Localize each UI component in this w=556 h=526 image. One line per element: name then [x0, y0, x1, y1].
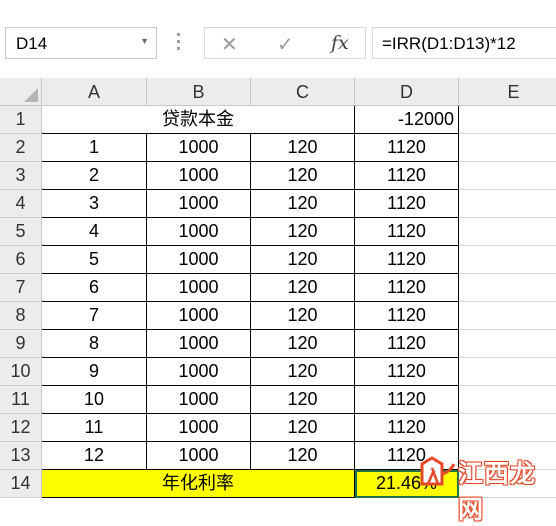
row-header-5[interactable]: 5 — [0, 218, 42, 246]
column-header-b[interactable]: B — [147, 78, 251, 106]
name-box[interactable]: D14 ▼ — [5, 27, 157, 59]
cell-e8[interactable] — [459, 302, 556, 330]
cell-e5[interactable] — [459, 218, 556, 246]
cell-d8[interactable]: 1120 — [355, 302, 459, 330]
watermark-logo-icon — [420, 456, 456, 486]
cell-d11[interactable]: 1120 — [355, 386, 459, 414]
cell-c4[interactable]: 120 — [251, 190, 355, 218]
formula-text: =IRR(D1:D13)*12 — [382, 34, 516, 53]
cell-d7[interactable]: 1120 — [355, 274, 459, 302]
cell-b13[interactable]: 1000 — [147, 442, 251, 470]
cell-e1[interactable] — [459, 106, 556, 134]
cell-c10[interactable]: 120 — [251, 358, 355, 386]
select-all-icon — [24, 88, 38, 102]
cell-b7[interactable]: 1000 — [147, 274, 251, 302]
cell-a4[interactable]: 3 — [42, 190, 147, 218]
cell-e4[interactable] — [459, 190, 556, 218]
formula-buttons: ✕ ✓ fx — [204, 27, 366, 59]
cell-a2[interactable]: 1 — [42, 134, 147, 162]
row-header-2[interactable]: 2 — [0, 134, 42, 162]
watermark: 江西龙网 — [418, 452, 556, 524]
cell-e9[interactable] — [459, 330, 556, 358]
spreadsheet-grid: A B C D E 1 2 3 4 5 6 7 8 9 10 11 12 13 14 贷款本金 -12000 1 1000 1… — [0, 78, 556, 499]
row-header-6[interactable]: 6 — [0, 246, 42, 274]
cell-b5[interactable]: 1000 — [147, 218, 251, 246]
cell-b2[interactable]: 1000 — [147, 134, 251, 162]
cell-b6[interactable]: 1000 — [147, 246, 251, 274]
column-header-c[interactable]: C — [251, 78, 355, 106]
cell-a5[interactable]: 4 — [42, 218, 147, 246]
check-icon[interactable]: ✓ — [277, 32, 294, 57]
row-header-1[interactable]: 1 — [0, 106, 42, 134]
row-header-11[interactable]: 11 — [0, 386, 42, 414]
cell-d10[interactable]: 1120 — [355, 358, 459, 386]
row-header-4[interactable]: 4 — [0, 190, 42, 218]
watermark-text: 江西龙网 — [458, 459, 537, 524]
cell-c13[interactable]: 120 — [251, 442, 355, 470]
cell-d9[interactable]: 1120 — [355, 330, 459, 358]
close-icon[interactable]: ✕ — [221, 32, 238, 57]
name-box-value: D14 — [16, 34, 48, 53]
column-header-a[interactable]: A — [42, 78, 147, 106]
cell-c2[interactable]: 120 — [251, 134, 355, 162]
cell-e6[interactable] — [459, 246, 556, 274]
cell-c7[interactable]: 120 — [251, 274, 355, 302]
chevron-down-icon[interactable]: ▼ — [140, 36, 149, 46]
cell-d2[interactable]: 1120 — [355, 134, 459, 162]
cell-e7[interactable] — [459, 274, 556, 302]
cell-b12[interactable]: 1000 — [147, 414, 251, 442]
cell-c5[interactable]: 120 — [251, 218, 355, 246]
fx-icon[interactable]: fx — [331, 32, 349, 54]
cell-d4[interactable]: 1120 — [355, 190, 459, 218]
cell-a11[interactable]: 10 — [42, 386, 147, 414]
cell-d5[interactable]: 1120 — [355, 218, 459, 246]
formula-input[interactable]: =IRR(D1:D13)*12 — [372, 27, 556, 59]
cell-b4[interactable]: 1000 — [147, 190, 251, 218]
cell-e11[interactable] — [459, 386, 556, 414]
column-header-e[interactable]: E — [459, 78, 556, 106]
cell-b8[interactable]: 1000 — [147, 302, 251, 330]
row-header-8[interactable]: 8 — [0, 302, 42, 330]
cell-e10[interactable] — [459, 358, 556, 386]
cell-a7[interactable]: 6 — [42, 274, 147, 302]
cell-c12[interactable]: 120 — [251, 414, 355, 442]
cell-a14-merged[interactable]: 年化利率 — [42, 470, 355, 498]
cell-a3[interactable]: 2 — [42, 162, 147, 190]
cell-c6[interactable]: 120 — [251, 246, 355, 274]
row-header-13[interactable]: 13 — [0, 442, 42, 470]
row-header-10[interactable]: 10 — [0, 358, 42, 386]
cell-b11[interactable]: 1000 — [147, 386, 251, 414]
cell-b10[interactable]: 1000 — [147, 358, 251, 386]
row-header-9[interactable]: 9 — [0, 330, 42, 358]
cell-c3[interactable]: 120 — [251, 162, 355, 190]
cell-c8[interactable]: 120 — [251, 302, 355, 330]
cell-e12[interactable] — [459, 414, 556, 442]
cell-a8[interactable]: 7 — [42, 302, 147, 330]
cell-a12[interactable]: 11 — [42, 414, 147, 442]
cell-c9[interactable]: 120 — [251, 330, 355, 358]
cell-b3[interactable]: 1000 — [147, 162, 251, 190]
cell-e3[interactable] — [459, 162, 556, 190]
row-header-14[interactable]: 14 — [0, 470, 42, 498]
row-header-12[interactable]: 12 — [0, 414, 42, 442]
cell-a10[interactable]: 9 — [42, 358, 147, 386]
cell-a6[interactable]: 5 — [42, 246, 147, 274]
cell-a9[interactable]: 8 — [42, 330, 147, 358]
select-all-corner[interactable] — [0, 78, 42, 106]
row-header-7[interactable]: 7 — [0, 274, 42, 302]
column-header-d[interactable]: D — [355, 78, 459, 106]
cell-a13[interactable]: 12 — [42, 442, 147, 470]
formula-bar: D14 ▼ ✕ ✓ fx =IRR(D1:D13)*12 — [0, 0, 556, 78]
cell-d3[interactable]: 1120 — [355, 162, 459, 190]
cell-a1-merged[interactable]: 贷款本金 — [42, 106, 355, 134]
cell-d12[interactable]: 1120 — [355, 414, 459, 442]
cell-e2[interactable] — [459, 134, 556, 162]
cell-d1[interactable]: -12000 — [355, 106, 459, 134]
drag-handle[interactable] — [174, 33, 182, 55]
cell-b9[interactable]: 1000 — [147, 330, 251, 358]
cell-c11[interactable]: 120 — [251, 386, 355, 414]
cell-d6[interactable]: 1120 — [355, 246, 459, 274]
row-header-3[interactable]: 3 — [0, 162, 42, 190]
